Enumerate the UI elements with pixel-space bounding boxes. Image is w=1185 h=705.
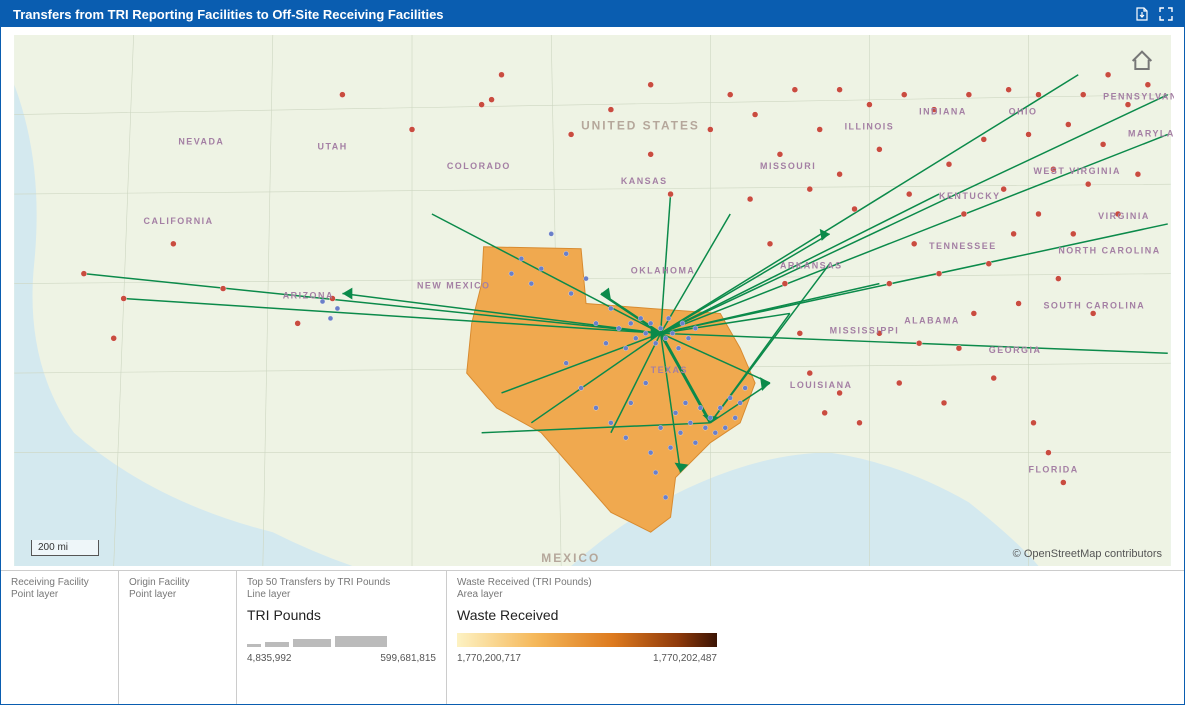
size-ramp <box>247 633 436 647</box>
state-label: ALABAMA <box>904 315 960 325</box>
state-label: VIRGINIA <box>1098 211 1150 221</box>
state-label: NEW MEXICO <box>417 281 491 291</box>
state-label: CALIFORNIA <box>144 216 214 226</box>
state-label: TEXAS <box>651 365 688 375</box>
titlebar: Transfers from TRI Reporting Facilities … <box>1 1 1184 27</box>
state-label: TENNESSEE <box>929 241 997 251</box>
state-label: COLORADO <box>447 161 511 171</box>
legend: Receiving Facility Point layer Origin Fa… <box>1 570 1184 704</box>
state-label: NEVADA <box>178 136 224 146</box>
state-label: MARYLAND <box>1128 128 1174 138</box>
scale-bar: 200 mi <box>31 540 99 556</box>
state-label: SOUTH CAROLINA <box>1043 300 1145 310</box>
state-label: MISSISSIPPI <box>830 325 900 335</box>
state-label: UTAH <box>318 141 348 151</box>
state-label: FLORIDA <box>1029 465 1079 475</box>
state-label: OKLAHOMA <box>631 266 696 276</box>
state-label: NORTH CAROLINA <box>1058 246 1160 256</box>
legend-receiving: Receiving Facility Point layer <box>1 571 119 704</box>
country-label-mx: MEXICO <box>541 551 600 565</box>
panel-title: Transfers from TRI Reporting Facilities … <box>13 7 444 22</box>
map-attribution: © OpenStreetMap contributors <box>1013 548 1162 560</box>
state-label: ARKANSAS <box>780 261 843 271</box>
state-label: MISSOURI <box>760 161 816 171</box>
state-label: OHIO <box>1009 107 1038 117</box>
color-ramp <box>457 633 717 647</box>
map-panel: Transfers from TRI Reporting Facilities … <box>0 0 1185 705</box>
state-label: PENNSYLVANIA <box>1103 92 1174 102</box>
state-label: LOUISIANA <box>790 380 853 390</box>
map-svg[interactable]: NEVADA UTAH COLORADO CALIFORNIA ARIZONA NEW M… <box>11 35 1174 566</box>
state-label: ARIZONA <box>283 291 334 301</box>
legend-lines: Top 50 Transfers by TRI Pounds Line laye… <box>237 571 447 704</box>
state-label: WEST VIRGINIA <box>1034 166 1121 176</box>
home-icon[interactable] <box>1130 49 1154 73</box>
map-container[interactable]: NEVADA UTAH COLORADO CALIFORNIA ARIZONA NEW M… <box>1 27 1184 570</box>
state-label: KENTUCKY <box>939 191 1001 201</box>
country-label-us: UNITED STATES <box>581 118 700 132</box>
state-label: GEORGIA <box>989 345 1042 355</box>
legend-area: Waste Received (TRI Pounds) Area layer W… <box>447 571 1184 704</box>
state-label: INDIANA <box>919 107 967 117</box>
state-label: ILLINOIS <box>845 121 895 131</box>
legend-origin: Origin Facility Point layer <box>119 571 237 704</box>
maximize-icon[interactable] <box>1156 4 1176 24</box>
export-icon[interactable] <box>1132 4 1152 24</box>
state-label: KANSAS <box>621 176 668 186</box>
